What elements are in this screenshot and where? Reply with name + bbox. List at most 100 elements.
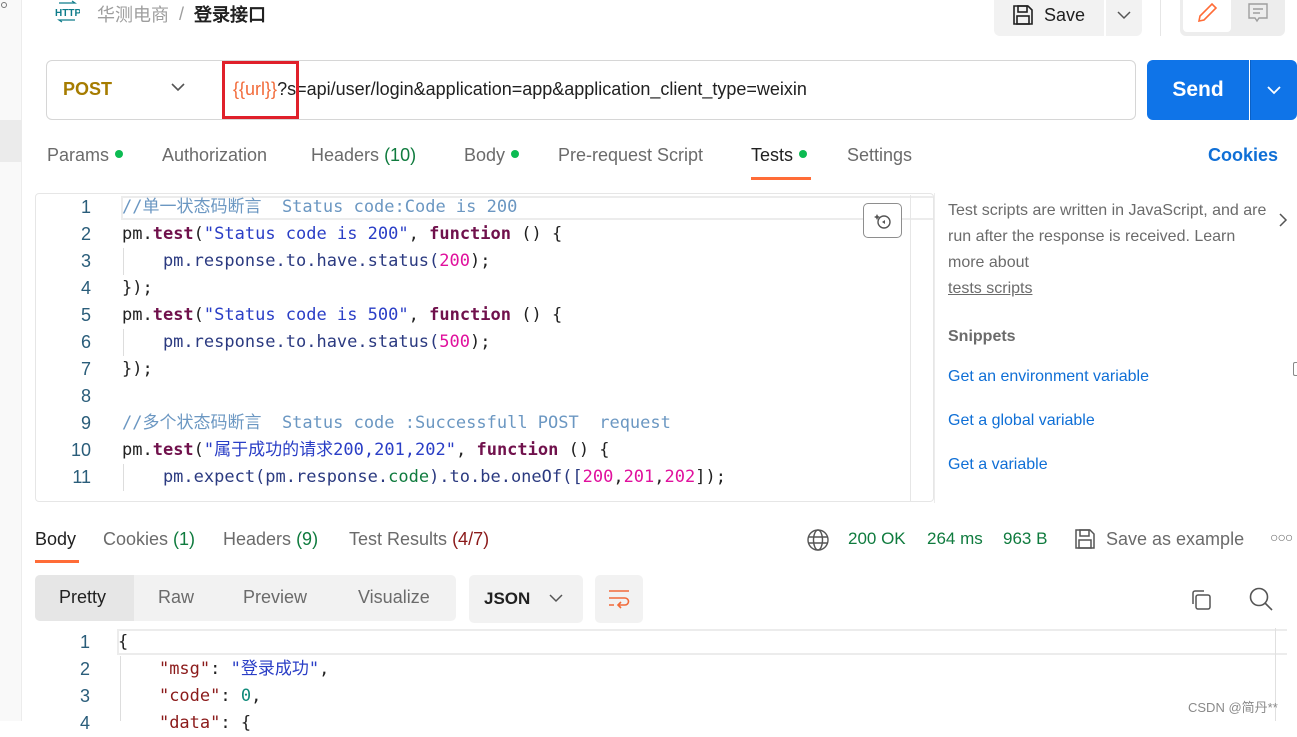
code-line: pm.test("Status code is 200", function (… — [122, 224, 563, 244]
format-raw[interactable]: Raw — [158, 587, 194, 608]
response-tab-body[interactable]: Body — [35, 529, 76, 550]
http-icon: HTTP — [54, 0, 81, 24]
breadcrumb: 华测电商 / 登录接口 — [97, 1, 266, 27]
response-tab-cookies[interactable]: Cookies (1) — [103, 529, 195, 550]
code-line: pm.response.to.have.status(500); — [122, 332, 491, 352]
documentation-mode-button[interactable] — [1234, 0, 1282, 32]
json-line: "data": { — [158, 713, 252, 733]
line-number: 2 — [79, 659, 90, 679]
json-line: { — [118, 632, 129, 652]
workspace-link[interactable]: 华测电商 — [97, 1, 169, 27]
code-line: pm.test("Status code is 500", function (… — [122, 305, 563, 325]
line-number: 8 — [80, 386, 91, 406]
format-pretty[interactable]: Pretty — [59, 587, 106, 608]
line-number: 1 — [80, 197, 91, 217]
sparkle-icon — [873, 213, 891, 229]
save-as-example-button[interactable]: Save as example — [1106, 529, 1244, 550]
snippets-heading: Snippets — [948, 328, 1016, 345]
code-line: pm.response.to.have.status(200); — [122, 251, 491, 271]
breadcrumb-separator: / — [179, 3, 185, 24]
send-button[interactable]: Send — [1147, 60, 1249, 120]
tab-params[interactable]: Params — [47, 145, 124, 166]
line-number: 4 — [79, 713, 90, 733]
annotation-highlight-box — [222, 61, 299, 119]
left-sidebar-strip — [0, 0, 22, 721]
code-line: //多个状态码断言 Status code :Successfull POST … — [122, 413, 671, 433]
format-preview[interactable]: Preview — [243, 587, 307, 608]
line-number: 1 — [79, 632, 90, 652]
url-input[interactable]: {{url}}?s=api/user/login&application=app… — [233, 79, 807, 100]
save-icon — [1013, 5, 1033, 25]
line-number: 5 — [80, 305, 91, 325]
line-number: 3 — [80, 251, 91, 271]
snippet-link[interactable]: Get an environment variable — [948, 368, 1149, 386]
save-options-dropdown[interactable] — [1106, 0, 1142, 36]
chevron-right-icon[interactable] — [1278, 212, 1288, 233]
snippet-link[interactable]: Get a variable — [948, 456, 1048, 474]
status-dot — [799, 150, 808, 159]
line-number: 9 — [80, 413, 91, 433]
request-title[interactable]: 登录接口 — [194, 1, 266, 27]
ai-assist-button[interactable] — [863, 203, 902, 238]
format-visualize[interactable]: Visualize — [358, 587, 430, 608]
snippet-link[interactable]: Get a global variable — [948, 412, 1095, 430]
comment-icon — [1248, 3, 1268, 23]
chevron-down-icon[interactable] — [170, 80, 186, 99]
method-selector[interactable]: POST — [63, 79, 112, 100]
active-line-highlight — [117, 629, 1287, 655]
cookies-link[interactable]: Cookies — [1208, 145, 1278, 166]
sidebar-icon[interactable] — [1, 2, 7, 8]
tab-settings[interactable]: Settings — [847, 145, 912, 166]
response-tab-headers[interactable]: Headers (9) — [223, 529, 318, 550]
send-options-dropdown[interactable] — [1250, 60, 1297, 120]
edit-mode-button[interactable] — [1183, 0, 1231, 32]
code-line: }); — [122, 278, 153, 298]
editor-scrollbar-track[interactable] — [910, 195, 911, 501]
response-time[interactable]: 264 ms — [927, 529, 983, 549]
status-dot — [511, 150, 520, 159]
save-button[interactable]: Save — [994, 0, 1104, 36]
code-line: //单一状态码断言 Status code:Code is 200 — [122, 197, 518, 217]
tab-authorization[interactable]: Authorization — [162, 145, 267, 166]
svg-text:HTTP: HTTP — [55, 8, 80, 19]
line-number: 10 — [70, 440, 91, 460]
line-number: 2 — [80, 224, 91, 244]
search-icon[interactable] — [1248, 586, 1274, 617]
response-size[interactable]: 963 B — [1003, 529, 1047, 549]
divider — [1160, 0, 1161, 36]
response-tab-test-results[interactable]: Test Results (4/7) — [349, 529, 489, 550]
chevron-down-icon — [1267, 86, 1281, 95]
line-number: 11 — [72, 467, 91, 487]
watermark: CSDN @简丹** — [1188, 700, 1278, 715]
response-status[interactable]: 200 OK — [848, 529, 906, 549]
tests-scripts-link[interactable]: tests scripts — [948, 280, 1032, 297]
more-options-icon[interactable]: ○○○ — [1270, 529, 1293, 545]
line-number: 7 — [80, 359, 91, 379]
chevron-down-icon — [548, 591, 564, 609]
sidebar-selected-item[interactable] — [0, 120, 22, 162]
code-line: pm.test("属于成功的请求200,201,202", function (… — [122, 440, 610, 460]
tests-description: Test scripts are written in JavaScript, … — [948, 202, 1267, 297]
line-number: 6 — [80, 332, 91, 352]
word-wrap-button[interactable] — [595, 575, 643, 623]
line-number: 3 — [79, 686, 90, 706]
active-tab-indicator — [35, 560, 79, 563]
line-number: 4 — [80, 278, 91, 298]
panel-resize-handle[interactable] — [1293, 362, 1297, 376]
tab-pre-request-script[interactable]: Pre-request Script — [558, 145, 703, 166]
chevron-down-icon — [1117, 11, 1131, 20]
json-line: "code": 0, — [158, 686, 262, 706]
code-line: }); — [122, 359, 153, 379]
active-tab-indicator — [751, 177, 811, 180]
globe-icon[interactable] — [806, 528, 830, 557]
pencil-icon — [1197, 2, 1218, 23]
code-line: pm.expect(pm.response.code).to.be.oneOf(… — [122, 467, 726, 487]
json-line: "msg": "登录成功", — [158, 659, 330, 679]
wrap-icon — [609, 590, 630, 609]
url-query: ?s=api/user/login&application=app&applic… — [277, 79, 807, 99]
copy-icon[interactable] — [1189, 588, 1213, 617]
tab-tests[interactable]: Tests — [751, 145, 808, 166]
tab-headers[interactable]: Headers (10) — [311, 145, 416, 166]
save-icon[interactable] — [1073, 527, 1097, 556]
tab-body[interactable]: Body — [464, 145, 520, 166]
